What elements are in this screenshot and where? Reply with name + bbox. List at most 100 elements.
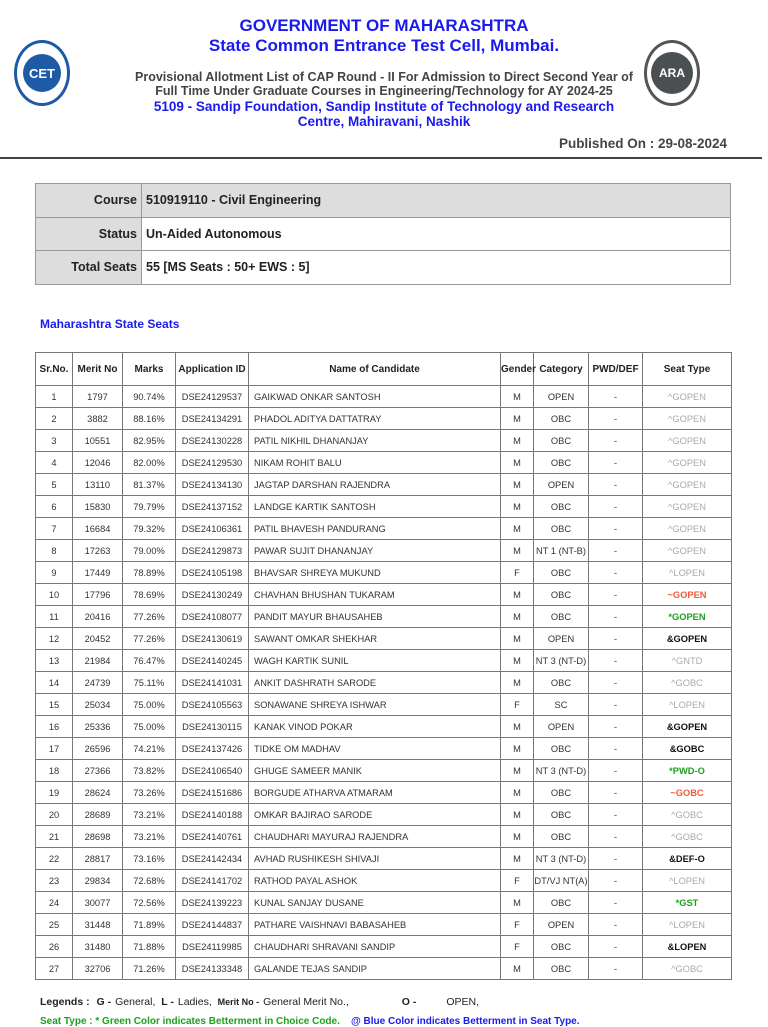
table-row: 9 17449 78.89% DSE24105198 BHAVSAR SHREYA MU… xyxy=(35,561,732,584)
column-header: PWD/DEF xyxy=(588,352,643,386)
table-row: 16 25336 75.00% DSE24130115 KANAK VINOD POKA… xyxy=(35,715,732,738)
category-cell: OBC xyxy=(533,891,589,914)
pwd-def-cell: - xyxy=(588,605,643,628)
gender-cell: F xyxy=(500,561,534,584)
pwd-def-cell: - xyxy=(588,583,643,606)
pwd-def-cell: - xyxy=(588,561,643,584)
gender-cell: M xyxy=(500,847,534,870)
merit-no-cell: 15830 xyxy=(72,495,123,518)
seat-type-cell: ^GNTD xyxy=(642,649,732,672)
marks-cell: 76.47% xyxy=(122,649,176,672)
gender-cell: F xyxy=(500,913,534,936)
merit-no-cell: 28689 xyxy=(72,803,123,826)
application-id-cell: DSE24137426 xyxy=(175,737,249,760)
table-row: 11 20416 77.26% DSE24108077 PANDIT MAYUR BHA… xyxy=(35,605,732,628)
merit-no-cell: 1797 xyxy=(72,385,123,408)
category-cell: OBC xyxy=(533,671,589,694)
pwd-def-cell: - xyxy=(588,759,643,782)
marks-cell: 79.32% xyxy=(122,517,176,540)
seat-type-cell: ^LOPEN xyxy=(642,693,732,716)
marks-cell: 77.26% xyxy=(122,605,176,628)
merit-no-cell: 28817 xyxy=(72,847,123,870)
gender-cell: F xyxy=(500,935,534,958)
marks-cell: 77.26% xyxy=(122,627,176,650)
info-row-total-seats: Total Seats 55 [MS Seats : 50+ EWS : 5] xyxy=(35,250,731,285)
application-id-cell: DSE24139223 xyxy=(175,891,249,914)
pwd-def-cell: - xyxy=(588,803,643,826)
application-id-cell: DSE24130228 xyxy=(175,429,249,452)
candidate-name-cell: AVHAD RUSHIKESH SHIVAJI xyxy=(248,847,501,870)
seat-type-cell: &DEF-O xyxy=(642,847,732,870)
candidate-name-cell: PATIL BHAVESH PANDURANG xyxy=(248,517,501,540)
table-row: 5 13110 81.37% DSE24134130 JAGTAP DARSHAN RA… xyxy=(35,473,732,496)
sr-no-cell: 13 xyxy=(35,649,73,672)
application-id-cell: DSE24151686 xyxy=(175,781,249,804)
seat-type-cell: ^GOBC xyxy=(642,671,732,694)
seat-type-cell: ^LOPEN xyxy=(642,869,732,892)
sr-no-cell: 2 xyxy=(35,407,73,430)
legend-text: OPEN, xyxy=(446,996,480,1008)
gender-cell: M xyxy=(500,407,534,430)
info-value: 55 [MS Seats : 50+ EWS : 5] xyxy=(141,250,731,285)
header-line2: Full Time Under Graduate Courses in Engi… xyxy=(155,84,613,98)
marks-cell: 73.21% xyxy=(122,825,176,848)
candidate-name-cell: KUNAL SANJAY DUSANE xyxy=(248,891,501,914)
candidate-name-cell: RATHOD PAYAL ASHOK xyxy=(248,869,501,892)
sr-no-cell: 25 xyxy=(35,913,73,936)
column-header: Name of Candidate xyxy=(248,352,501,386)
candidate-name-cell: GHUGE SAMEER MANIK xyxy=(248,759,501,782)
category-cell: OBC xyxy=(533,825,589,848)
merit-no-cell: 25034 xyxy=(72,693,123,716)
sr-no-cell: 14 xyxy=(35,671,73,694)
merit-no-cell: 12046 xyxy=(72,451,123,474)
table-row: 7 16684 79.32% DSE24106361 PATIL BHAVESH PAN… xyxy=(35,517,732,540)
candidate-name-cell: SONAWANE SHREYA ISHWAR xyxy=(248,693,501,716)
info-row-status: Status Un-Aided Autonomous xyxy=(35,216,731,251)
marks-cell: 81.37% xyxy=(122,473,176,496)
pwd-def-cell: - xyxy=(588,385,643,408)
candidate-name-cell: PHADOL ADITYA DATTATRAY xyxy=(248,407,501,430)
sr-no-cell: 22 xyxy=(35,847,73,870)
seat-type-cell: ^LOPEN xyxy=(642,561,732,584)
table-row: 25 31448 71.89% DSE24144837 PATHARE VAISHNAV… xyxy=(35,913,732,936)
gender-cell: M xyxy=(500,517,534,540)
gender-cell: M xyxy=(500,825,534,848)
candidate-name-cell: TIDKE OM MADHAV xyxy=(248,737,501,760)
candidate-name-cell: CHAUDHARI MAYURAJ RAJENDRA xyxy=(248,825,501,848)
pwd-def-cell: - xyxy=(588,869,643,892)
seat-type-cell: ^LOPEN xyxy=(642,913,732,936)
application-id-cell: DSE24130619 xyxy=(175,627,249,650)
category-cell: OBC xyxy=(533,781,589,804)
pwd-def-cell: - xyxy=(588,913,643,936)
gender-cell: M xyxy=(500,737,534,760)
sr-no-cell: 15 xyxy=(35,693,73,716)
application-id-cell: DSE24142434 xyxy=(175,847,249,870)
marks-cell: 82.95% xyxy=(122,429,176,452)
pwd-def-cell: - xyxy=(588,517,643,540)
category-cell: OBC xyxy=(533,957,589,980)
category-cell: NT 3 (NT-D) xyxy=(533,759,589,782)
category-cell: NT 1 (NT-B) xyxy=(533,539,589,562)
gender-cell: M xyxy=(500,385,534,408)
sr-no-cell: 16 xyxy=(35,715,73,738)
table-row: 18 27366 73.82% DSE24106540 GHUGE SAMEER MAN… xyxy=(35,759,732,782)
seat-type-cell: ^GOBC xyxy=(642,803,732,826)
column-header: Merit No xyxy=(72,352,123,386)
column-header: Application ID xyxy=(175,352,249,386)
category-cell: OBC xyxy=(533,935,589,958)
candidate-name-cell: BHAVSAR SHREYA MUKUND xyxy=(248,561,501,584)
application-id-cell: DSE24141031 xyxy=(175,671,249,694)
info-label: Status xyxy=(35,216,142,251)
sr-no-cell: 8 xyxy=(35,539,73,562)
table-row: 20 28689 73.21% DSE24140188 OMKAR BAJIRAO SA… xyxy=(35,803,732,826)
sr-no-cell: 1 xyxy=(35,385,73,408)
category-cell: OBC xyxy=(533,495,589,518)
merit-no-cell: 31480 xyxy=(72,935,123,958)
seat-type-cell: *PWD-O xyxy=(642,759,732,782)
info-value: Un-Aided Autonomous xyxy=(141,216,731,251)
pwd-def-cell: - xyxy=(588,429,643,452)
merit-no-cell: 30077 xyxy=(72,891,123,914)
sr-no-cell: 3 xyxy=(35,429,73,452)
seat-type-cell: ^GOPEN xyxy=(642,539,732,562)
table-row: 24 30077 72.56% DSE24139223 KUNAL SANJAY DUS… xyxy=(35,891,732,914)
